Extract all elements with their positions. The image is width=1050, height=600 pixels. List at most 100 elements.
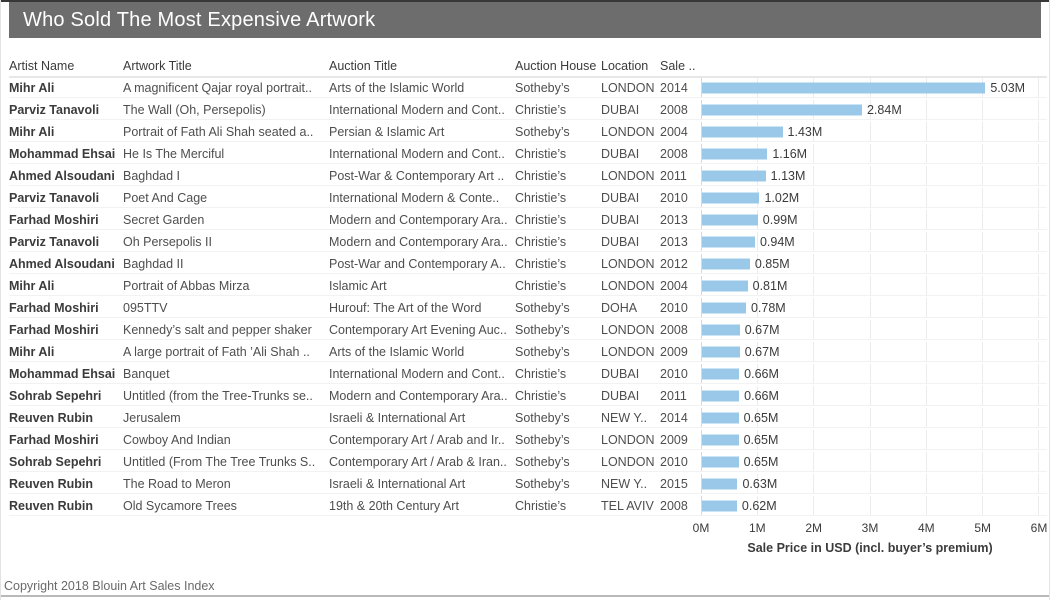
sale-price-bar[interactable]: [702, 192, 759, 203]
sale-price-bar[interactable]: [702, 214, 758, 225]
bar-cell: 0.65M: [701, 408, 1039, 427]
sale-year-cell: 2013: [660, 210, 701, 229]
sale-year-cell: 2004: [660, 122, 701, 141]
location-cell: DUBAI: [601, 188, 660, 207]
sale-year-cell: 2008: [660, 100, 701, 119]
artist-name-cell: Farhad Moshiri: [9, 320, 123, 339]
copyright-text: Copyright 2018 Blouin Art Sales Index: [4, 579, 215, 593]
auction-title-cell: Contemporary Art / Arab & Iran..: [329, 452, 515, 471]
artist-name-cell: Reuven Rubin: [9, 408, 123, 427]
sale-year-cell: 2010: [660, 364, 701, 383]
sale-price-bar[interactable]: [702, 478, 737, 489]
bar-value-label: 0.67M: [745, 342, 780, 362]
bar-value-label: 0.65M: [744, 452, 779, 472]
bar-cell: 0.85M: [701, 254, 1039, 273]
x-axis-tick-label: 5M: [974, 521, 991, 535]
sale-price-bar[interactable]: [702, 126, 783, 137]
bar-value-label: 0.94M: [760, 232, 795, 252]
table-row[interactable]: Farhad MoshiriSecret GardenModern and Co…: [9, 210, 1047, 230]
table-row[interactable]: Mohammad EhsaiHe Is The MercifulInternat…: [9, 144, 1047, 164]
table-row[interactable]: Mohammad EhsaiBanquetInternational Moder…: [9, 364, 1047, 384]
sale-price-bar[interactable]: [702, 456, 739, 467]
location-cell: DUBAI: [601, 364, 660, 383]
table-row[interactable]: Reuven RubinOld Sycamore Trees19th & 20t…: [9, 496, 1047, 516]
table-row[interactable]: Mihr AliPortrait of Fath Ali Shah seated…: [9, 122, 1047, 142]
bar-cell: 0.66M: [701, 386, 1039, 405]
table-row[interactable]: Mihr AliA magnificent Qajar royal portra…: [9, 78, 1047, 98]
auction-title-cell: Hurouf: The Art of the Word: [329, 298, 515, 317]
x-axis-tick-label: 3M: [862, 521, 879, 535]
x-axis-tick-label: 1M: [749, 521, 766, 535]
table-row[interactable]: Farhad MoshiriKennedy’s salt and pepper …: [9, 320, 1047, 340]
column-header-auction-title[interactable]: Auction Title: [329, 59, 515, 73]
location-cell: DOHA: [601, 298, 660, 317]
sale-price-bar[interactable]: [702, 368, 739, 379]
artwork-title-cell: Cowboy And Indian: [123, 430, 329, 449]
bar-cell: 0.67M: [701, 342, 1039, 361]
auction-house-cell: Sotheby’s: [515, 122, 601, 141]
sale-price-bar[interactable]: [702, 434, 739, 445]
column-header-sale-year[interactable]: Sale ..: [660, 59, 701, 73]
sale-year-cell: 2009: [660, 430, 701, 449]
table-row[interactable]: Sohrab SepehriUntitled (from the Tree-Tr…: [9, 386, 1047, 406]
artist-name-cell: Mihr Ali: [9, 78, 123, 97]
table-row[interactable]: Parviz TanavoliOh Persepolis IIModern an…: [9, 232, 1047, 252]
auction-house-cell: Sotheby’s: [515, 408, 601, 427]
sale-price-bar[interactable]: [702, 346, 740, 357]
artwork-title-cell: Banquet: [123, 364, 329, 383]
sale-year-cell: 2009: [660, 342, 701, 361]
artist-name-cell: Sohrab Sepehri: [9, 386, 123, 405]
location-cell: LONDON: [601, 320, 660, 339]
table-row[interactable]: Reuven RubinJerusalemIsraeli & Internati…: [9, 408, 1047, 428]
artwork-title-cell: Baghdad II: [123, 254, 329, 273]
table-row[interactable]: Parviz TanavoliPoet And CageInternationa…: [9, 188, 1047, 208]
auction-title-cell: International Modern & Conte..: [329, 188, 515, 207]
table-row[interactable]: Farhad MoshiriCowboy And IndianContempor…: [9, 430, 1047, 450]
auction-title-cell: Modern and Contemporary Ara..: [329, 232, 515, 251]
x-axis-title: Sale Price in USD (incl. buyer’s premium…: [701, 541, 1039, 555]
sale-price-bar[interactable]: [702, 500, 737, 511]
sale-price-bar[interactable]: [702, 236, 755, 247]
column-header-artwork-title[interactable]: Artwork Title: [123, 59, 329, 73]
artist-name-cell: Farhad Moshiri: [9, 210, 123, 229]
column-header-location[interactable]: Location: [601, 59, 660, 73]
sale-price-bar[interactable]: [702, 280, 748, 291]
location-cell: LONDON: [601, 452, 660, 471]
auction-title-cell: Persian & Islamic Art: [329, 122, 515, 141]
sale-price-bar[interactable]: [702, 104, 862, 115]
table-row[interactable]: Parviz TanavoliThe Wall (Oh, Persepolis)…: [9, 100, 1047, 120]
artist-name-cell: Parviz Tanavoli: [9, 188, 123, 207]
table-row[interactable]: Ahmed AlsoudaniBaghdad IPost-War & Conte…: [9, 166, 1047, 186]
column-header-auction-house[interactable]: Auction House: [515, 59, 601, 73]
sale-price-bar[interactable]: [702, 82, 985, 93]
auction-house-cell: Sotheby’s: [515, 298, 601, 317]
sale-price-bar[interactable]: [702, 170, 766, 181]
sale-price-bar[interactable]: [702, 390, 739, 401]
artwork-title-cell: Baghdad I: [123, 166, 329, 185]
auction-house-cell: Christie’s: [515, 276, 601, 295]
auction-house-cell: Christie’s: [515, 386, 601, 405]
bar-cell: 0.66M: [701, 364, 1039, 383]
artist-name-cell: Farhad Moshiri: [9, 298, 123, 317]
sale-price-bar[interactable]: [702, 148, 767, 159]
sale-price-bar[interactable]: [702, 412, 739, 423]
table-row[interactable]: Reuven RubinThe Road to MeronIsraeli & I…: [9, 474, 1047, 494]
x-axis-tick-label: 2M: [805, 521, 822, 535]
table-row[interactable]: Mihr AliPortrait of Abbas MirzaIslamic A…: [9, 276, 1047, 296]
sale-price-bar[interactable]: [702, 324, 740, 335]
table-row[interactable]: Farhad Moshiri095TTVHurouf: The Art of t…: [9, 298, 1047, 318]
bar-cell: 1.43M: [701, 122, 1039, 141]
table-row[interactable]: Ahmed AlsoudaniBaghdad IIPost-War and Co…: [9, 254, 1047, 274]
location-cell: LONDON: [601, 430, 660, 449]
x-axis-tick-label: 4M: [918, 521, 935, 535]
bar-value-label: 0.65M: [744, 430, 779, 450]
bar-value-label: 0.85M: [755, 254, 790, 274]
table-row[interactable]: Sohrab SepehriUntitled (From The Tree Tr…: [9, 452, 1047, 472]
auction-title-cell: Arts of the Islamic World: [329, 78, 515, 97]
sale-price-bar[interactable]: [702, 302, 746, 313]
table-row[interactable]: Mihr AliA large portrait of Fath ’Ali Sh…: [9, 342, 1047, 362]
artwork-title-cell: Oh Persepolis II: [123, 232, 329, 251]
column-header-artist-name[interactable]: Artist Name: [9, 59, 123, 73]
sale-year-cell: 2013: [660, 232, 701, 251]
sale-price-bar[interactable]: [702, 258, 750, 269]
